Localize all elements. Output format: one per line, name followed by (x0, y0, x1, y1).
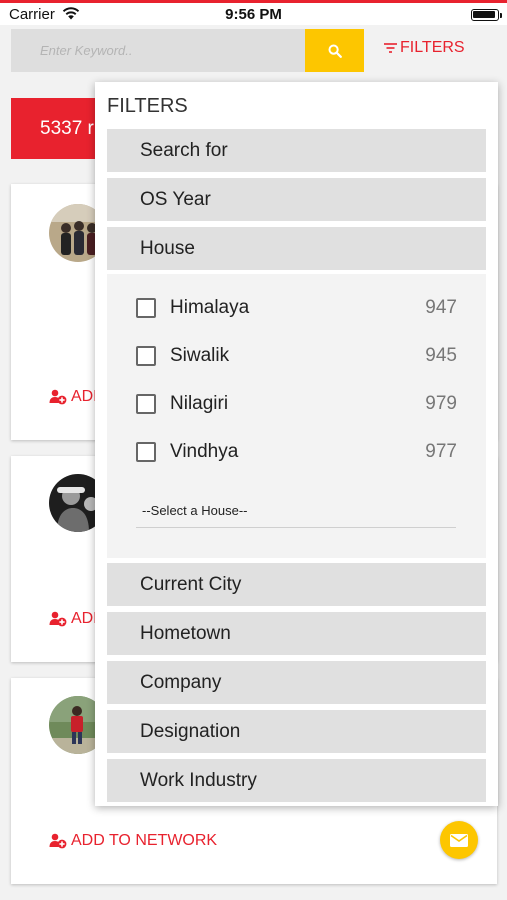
add-to-network-button[interactable]: ADD TO NETWORK (49, 832, 217, 850)
house-option-label: Vindhya (170, 441, 239, 462)
filter-section-designation[interactable]: Designation (107, 710, 486, 753)
house-option-count: 945 (425, 345, 457, 366)
house-option-vindhya[interactable]: Vindhya 977 (107, 428, 486, 476)
house-option-label: Himalaya (170, 297, 250, 318)
house-select[interactable]: --Select a House-- (136, 494, 456, 528)
add-to-network-label: ADD TO NETWORK (71, 832, 218, 849)
results-count: 5337 r (40, 117, 94, 139)
filters-label: FILTERS (400, 39, 465, 56)
filter-panel-title: FILTERS (107, 95, 188, 117)
search-button[interactable] (305, 29, 364, 72)
search-icon (328, 44, 342, 58)
filter-section-os-year[interactable]: OS Year (107, 178, 486, 221)
search-input[interactable] (11, 29, 305, 72)
filter-section-search-for[interactable]: Search for (107, 129, 486, 172)
checkbox[interactable] (136, 346, 156, 366)
add-user-icon (49, 833, 67, 849)
mail-button[interactable] (440, 821, 478, 859)
filter-section-company[interactable]: Company (107, 661, 486, 704)
house-option-siwalik[interactable]: Siwalik 945 (107, 332, 486, 380)
house-option-nilagiri[interactable]: Nilagiri 979 (107, 380, 486, 428)
house-option-himalaya[interactable]: Himalaya 947 (107, 284, 486, 332)
filter-icon (384, 43, 397, 53)
house-option-count: 977 (425, 441, 457, 462)
filter-section-work-industry[interactable]: Work Industry (107, 759, 486, 802)
mail-icon (450, 833, 468, 847)
house-option-count: 947 (425, 297, 457, 318)
clock: 9:56 PM (225, 6, 282, 23)
filter-section-current-city[interactable]: Current City (107, 563, 486, 606)
filters-button[interactable]: FILTERS (384, 39, 465, 57)
house-option-count: 979 (425, 393, 457, 414)
house-option-label: Nilagiri (170, 393, 229, 414)
status-bar: Carrier 9:56 PM (0, 3, 507, 25)
filter-section-house[interactable]: House (107, 227, 486, 270)
house-option-label: Siwalik (170, 345, 230, 366)
add-user-icon (49, 389, 67, 405)
battery-tip (500, 13, 502, 18)
house-options: Himalaya 947 Siwalik 945 Nilagiri 979 Vi… (107, 274, 486, 558)
add-user-icon (49, 611, 67, 627)
filter-panel: FILTERS Search for OS Year House Himalay… (95, 82, 498, 806)
filter-section-hometown[interactable]: Hometown (107, 612, 486, 655)
checkbox[interactable] (136, 442, 156, 462)
battery-icon (471, 9, 499, 21)
checkbox[interactable] (136, 298, 156, 318)
checkbox[interactable] (136, 394, 156, 414)
